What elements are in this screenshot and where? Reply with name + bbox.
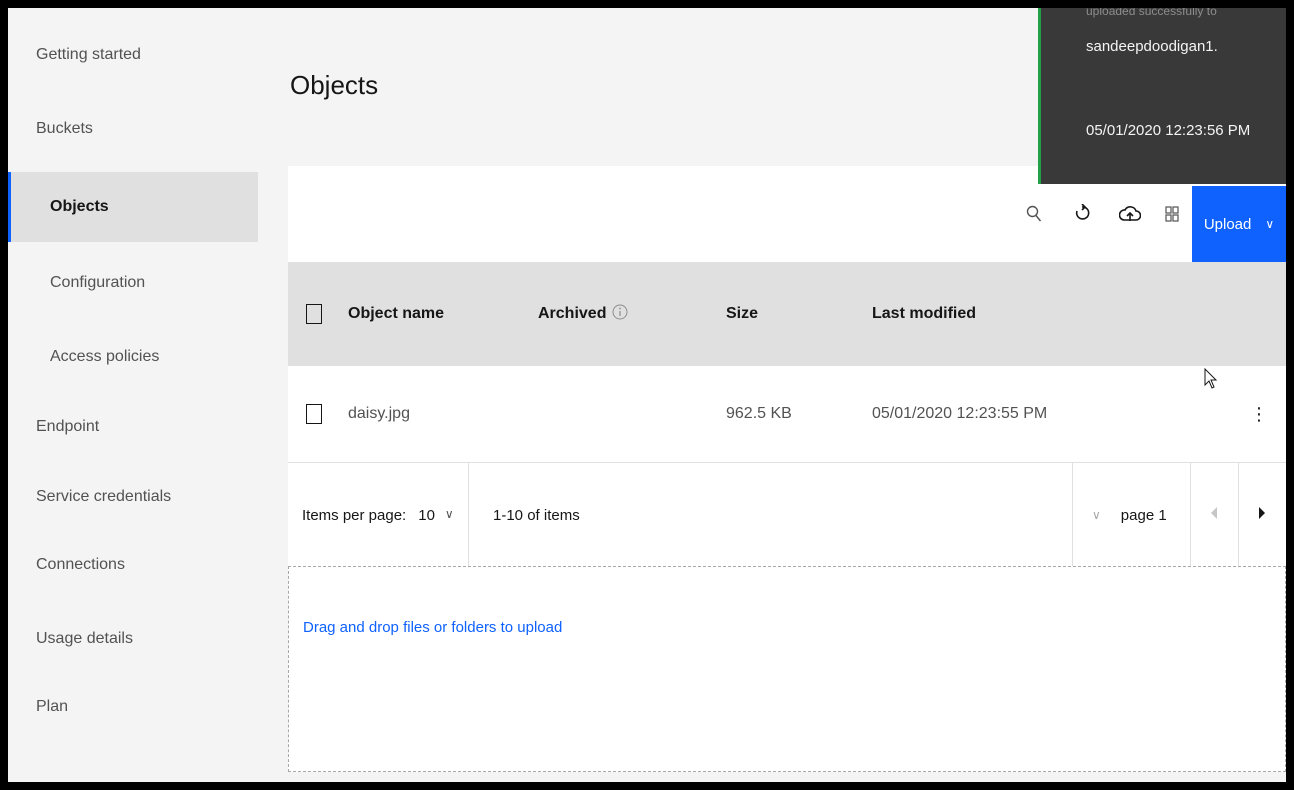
sidebar-item-label: Objects [50, 198, 109, 215]
page-select[interactable]: ∨ page 1 [1092, 463, 1167, 567]
size-cell: 962.5 KB [726, 366, 792, 462]
info-icon[interactable] [612, 304, 628, 325]
app-window: Getting started Buckets Objects Configur… [8, 8, 1286, 782]
sidebar-item-label: Getting started [36, 46, 141, 63]
sidebar-item-configuration[interactable]: Configuration [8, 248, 258, 318]
column-header-label: Object name [348, 305, 445, 322]
mouse-cursor-icon [1204, 368, 1218, 389]
object-size: 962.5 KB [726, 405, 792, 422]
search-icon[interactable] [1014, 194, 1054, 234]
chevron-down-icon: ∨ [444, 506, 454, 521]
divider [1072, 463, 1073, 567]
select-all-checkbox[interactable] [306, 304, 322, 324]
pagination-bar: Items per page: 10 ∨ 1-10 of items ∨ pag… [288, 462, 1286, 567]
row-checkbox[interactable] [306, 404, 322, 424]
cloud-upload-icon[interactable] [1110, 194, 1150, 234]
sidebar-item-objects[interactable]: Objects [8, 172, 258, 242]
toast-timestamp: 05/01/2020 12:23:56 PM [1086, 122, 1251, 139]
object-last-modified: 05/01/2020 12:23:55 PM [872, 405, 1048, 422]
items-per-page-label: Items per page: [302, 506, 407, 524]
items-per-page-select[interactable]: 10 ∨ [418, 507, 453, 524]
item-range: 1-10 of items [493, 463, 580, 567]
overflow-menu-icon[interactable]: ⋮ [1250, 402, 1268, 426]
divider [468, 463, 469, 567]
table-row[interactable]: daisy.jpg 962.5 KB 05/01/2020 12:23:55 P… [288, 366, 1286, 462]
toast-clipped-text: uploaded successfully to [1086, 8, 1217, 18]
column-header-archived[interactable]: Archived [538, 262, 628, 366]
sidebar-item-label: Plan [36, 698, 69, 715]
object-name[interactable]: daisy.jpg [348, 405, 410, 423]
column-header-label: Archived [538, 305, 607, 322]
upload-button-label: Upload [1203, 215, 1252, 233]
sidebar-nav: Getting started Buckets Objects Configur… [8, 8, 258, 782]
last-modified-cell: 05/01/2020 12:23:55 PM [872, 366, 1047, 462]
previous-page-button[interactable] [1190, 463, 1238, 567]
object-name-cell[interactable]: daisy.jpg [348, 366, 410, 462]
sidebar-item-label: Endpoint [36, 418, 100, 435]
toast-message: sandeepdoodigan1. [1086, 38, 1218, 55]
sidebar-item-usage-details[interactable]: Usage details [8, 604, 258, 674]
table-header: Object name Archived Size Last modified [288, 262, 1286, 366]
refresh-icon[interactable] [1062, 194, 1102, 234]
sidebar-item-label: Usage details [36, 630, 133, 647]
column-header-label: Size [726, 305, 759, 322]
dropzone-text: Drag and drop files or folders to upload [303, 619, 563, 636]
column-header-last-modified[interactable]: Last modified [872, 262, 976, 366]
caret-left-icon [1210, 506, 1218, 524]
grid-view-icon[interactable] [1152, 194, 1192, 234]
sidebar-item-label: Configuration [50, 274, 146, 291]
sidebar-item-service-credentials[interactable]: Service credentials [8, 462, 258, 532]
item-range-text: 1-10 of items [493, 506, 580, 524]
chevron-down-icon: ∨ [1265, 217, 1275, 231]
items-per-page: Items per page: 10 ∨ [302, 463, 454, 567]
caret-right-icon [1258, 506, 1266, 524]
column-header-object-name[interactable]: Object name [348, 262, 444, 366]
page-title: Objects [290, 70, 379, 100]
sidebar-item-plan[interactable]: Plan [8, 672, 258, 742]
sidebar-item-label: Access policies [50, 348, 160, 365]
page-label: page 1 [1120, 506, 1167, 524]
sidebar-item-endpoint[interactable]: Endpoint [8, 392, 258, 462]
chevron-down-icon: ∨ [1092, 508, 1101, 522]
sidebar-item-getting-started[interactable]: Getting started [8, 20, 258, 90]
sidebar-item-access-policies[interactable]: Access policies [8, 322, 258, 392]
sidebar-item-buckets[interactable]: Buckets [8, 94, 258, 164]
column-header-label: Last modified [872, 305, 977, 322]
upload-dropzone[interactable]: Drag and drop files or folders to upload [288, 566, 1286, 772]
next-page-button[interactable] [1238, 463, 1286, 567]
sidebar-item-label: Buckets [36, 120, 93, 137]
upload-success-toast: uploaded successfully to sandeepdoodigan… [1038, 8, 1286, 184]
sidebar-item-connections[interactable]: Connections [8, 530, 258, 600]
items-per-page-value: 10 [418, 506, 435, 524]
sidebar-item-label: Service credentials [36, 488, 172, 505]
column-header-size[interactable]: Size [726, 262, 758, 366]
upload-button[interactable]: Upload ∨ [1192, 186, 1286, 262]
sidebar-item-label: Connections [36, 556, 125, 573]
